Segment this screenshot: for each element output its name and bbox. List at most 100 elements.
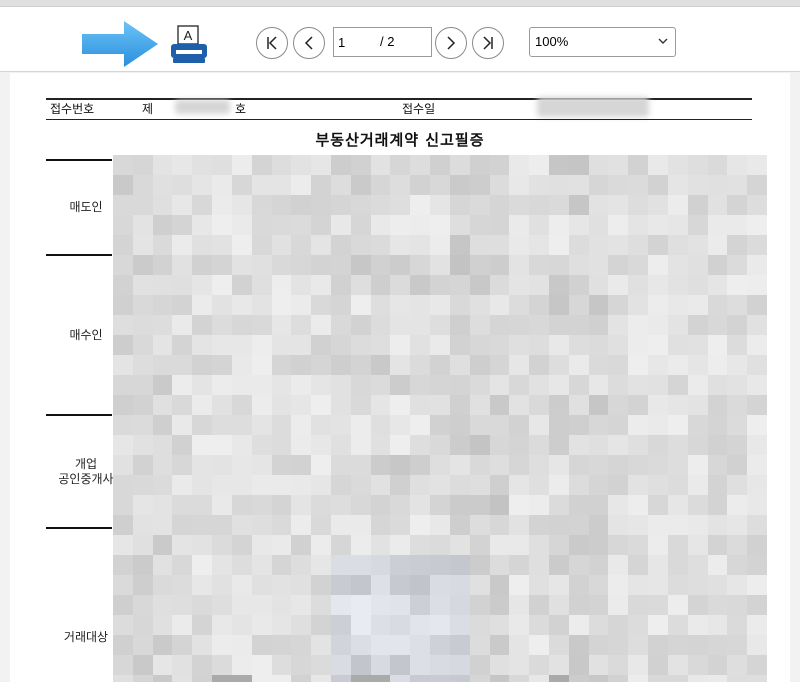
mosaic-cell bbox=[727, 535, 748, 555]
mosaic-cell bbox=[152, 375, 173, 395]
mosaic-cell bbox=[311, 575, 331, 595]
mosaic-cell bbox=[331, 435, 351, 455]
mosaic-cell bbox=[331, 515, 351, 535]
mosaic-cell bbox=[350, 215, 371, 235]
mosaic-cell bbox=[172, 655, 193, 675]
mosaic-cell bbox=[687, 615, 708, 635]
page-number-input[interactable] bbox=[333, 27, 377, 57]
mosaic-cell bbox=[370, 315, 391, 335]
mosaic-cell bbox=[251, 275, 272, 295]
mosaic-cell bbox=[350, 455, 371, 475]
mosaic-cell bbox=[350, 155, 371, 175]
mosaic-cell bbox=[648, 535, 668, 555]
mosaic-cell bbox=[529, 315, 549, 335]
mosaic-cell bbox=[747, 555, 767, 575]
section-rule-broker bbox=[46, 414, 112, 416]
mosaic-cell bbox=[113, 435, 133, 455]
mosaic-cell bbox=[251, 295, 272, 315]
mosaic-cell bbox=[489, 275, 510, 295]
mosaic-cell bbox=[707, 435, 728, 455]
mosaic-cell bbox=[410, 635, 431, 655]
mosaic-cell bbox=[489, 635, 510, 655]
mosaic-cell bbox=[707, 595, 728, 615]
mosaic-cell bbox=[687, 675, 708, 682]
mosaic-cell bbox=[449, 315, 470, 335]
mosaic-cell bbox=[172, 315, 193, 335]
next-page-button[interactable] bbox=[435, 27, 467, 59]
mosaic-cell bbox=[747, 435, 767, 455]
mosaic-cell bbox=[192, 475, 213, 495]
mosaic-cell bbox=[449, 415, 470, 435]
mosaic-cell bbox=[549, 375, 569, 395]
zoom-select[interactable]: 100% bbox=[529, 27, 676, 57]
mosaic-cell bbox=[192, 615, 213, 635]
mosaic-cell bbox=[291, 615, 312, 635]
mosaic-cell bbox=[390, 195, 411, 215]
mosaic-cell bbox=[132, 255, 153, 275]
printer-icon[interactable]: A bbox=[168, 24, 210, 66]
mosaic-cell bbox=[489, 355, 510, 375]
mosaic-cell bbox=[192, 675, 213, 682]
mosaic-cell bbox=[667, 335, 688, 355]
mosaic-cell bbox=[350, 295, 371, 315]
mosaic-cell bbox=[132, 615, 153, 635]
mosaic-cell bbox=[469, 195, 490, 215]
mosaic-cell bbox=[350, 415, 371, 435]
mosaic-cell bbox=[311, 355, 331, 375]
last-page-button[interactable] bbox=[472, 27, 504, 59]
mosaic-cell bbox=[192, 335, 213, 355]
mosaic-cell bbox=[271, 415, 292, 435]
mosaic-cell bbox=[331, 495, 351, 515]
mosaic-cell bbox=[549, 495, 569, 515]
mosaic-cell bbox=[549, 655, 569, 675]
mosaic-cell bbox=[430, 575, 450, 595]
mosaic-cell bbox=[370, 415, 391, 435]
mosaic-cell bbox=[747, 195, 767, 215]
mosaic-cell bbox=[231, 475, 252, 495]
mosaic-cell bbox=[311, 215, 331, 235]
mosaic-cell bbox=[350, 595, 371, 615]
mosaic-cell bbox=[568, 435, 589, 455]
mosaic-cell bbox=[747, 295, 767, 315]
mosaic-cell bbox=[113, 155, 133, 175]
mosaic-cell bbox=[509, 255, 530, 275]
mosaic-cell bbox=[291, 175, 312, 195]
mosaic-cell bbox=[529, 395, 549, 415]
mosaic-cell bbox=[152, 555, 173, 575]
mosaic-cell bbox=[291, 555, 312, 575]
mosaic-cell bbox=[529, 435, 549, 455]
mosaic-cell bbox=[212, 515, 232, 535]
mosaic-cell bbox=[311, 375, 331, 395]
mosaic-cell bbox=[707, 335, 728, 355]
mosaic-cell bbox=[350, 635, 371, 655]
mosaic-cell bbox=[469, 495, 490, 515]
mosaic-cell bbox=[727, 635, 748, 655]
mosaic-cell bbox=[509, 575, 530, 595]
mosaic-cell bbox=[509, 195, 530, 215]
mosaic-cell bbox=[707, 635, 728, 655]
mosaic-cell bbox=[449, 435, 470, 455]
mosaic-cell bbox=[113, 575, 133, 595]
mosaic-cell bbox=[350, 175, 371, 195]
mosaic-cell bbox=[628, 355, 649, 375]
mosaic-cell bbox=[648, 275, 668, 295]
first-page-button[interactable] bbox=[256, 27, 288, 59]
mosaic-cell bbox=[509, 675, 530, 682]
mosaic-cell bbox=[251, 495, 272, 515]
mosaic-cell bbox=[311, 415, 331, 435]
mosaic-cell bbox=[370, 395, 391, 415]
mosaic-cell bbox=[628, 275, 649, 295]
mosaic-cell bbox=[331, 275, 351, 295]
mosaic-cell bbox=[132, 315, 153, 335]
mosaic-cell bbox=[271, 255, 292, 275]
mosaic-cell bbox=[588, 675, 609, 682]
mosaic-cell bbox=[430, 475, 450, 495]
mosaic-cell bbox=[172, 375, 193, 395]
mosaic-cell bbox=[707, 215, 728, 235]
mosaic-cell bbox=[648, 515, 668, 535]
prev-page-button[interactable] bbox=[293, 27, 325, 59]
mosaic-cell bbox=[331, 655, 351, 675]
mosaic-cell bbox=[747, 575, 767, 595]
mosaic-cell bbox=[687, 575, 708, 595]
mosaic-cell bbox=[628, 555, 649, 575]
